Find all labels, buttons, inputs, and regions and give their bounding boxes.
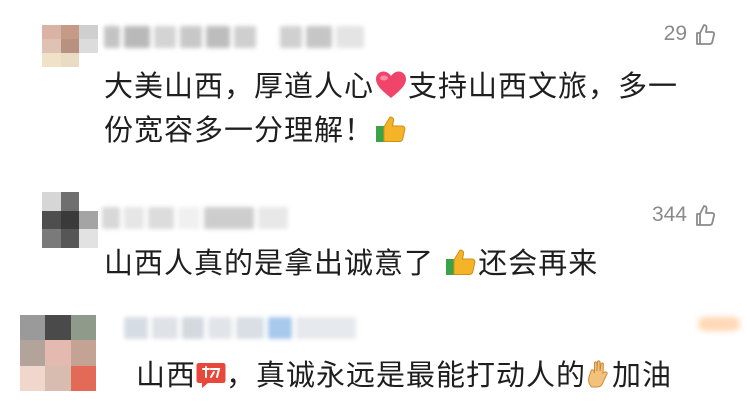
avatar[interactable]: [20, 315, 96, 391]
like-count: 344: [651, 203, 687, 226]
username-blurred[interactable]: [104, 26, 364, 48]
ok-hand-emoji: [588, 360, 608, 388]
comment-text: 山西人真的是拿出诚意了 还会再来: [104, 246, 599, 280]
thumbs-up-emoji: [376, 116, 406, 142]
like-button[interactable]: 29: [664, 22, 717, 46]
thumbs-up-outline-icon: [696, 205, 716, 226]
username-blurred[interactable]: [124, 317, 356, 339]
like-button-blurred[interactable]: [698, 317, 740, 331]
like-button[interactable]: 344: [652, 203, 717, 227]
avatar[interactable]: [42, 192, 98, 248]
heart-emoji: [376, 71, 407, 98]
comment-item: 344 山西人真的是拿出诚意了 还会再来: [0, 175, 750, 305]
comment-item: 29 大美山西，厚道人心 支持山西文旅，多一 份宽容多一分理解！: [0, 0, 750, 175]
cheer-sticker-emoji: [196, 363, 226, 388]
thumbs-up-outline-icon: [696, 24, 716, 45]
username-blurred[interactable]: [102, 207, 288, 229]
thumbs-up-emoji: [446, 249, 476, 275]
like-count: 29: [663, 22, 687, 45]
comment-item: 山西 ，真诚永远是最能打动人的 加油: [0, 305, 750, 417]
avatar[interactable]: [42, 25, 98, 67]
comment-text: 山西 ，真诚永远是最能打动人的 加油: [136, 358, 673, 392]
comment-list: 29 大美山西，厚道人心 支持山西文旅，多一 份宽容多一分理解！ 344 山西人…: [0, 0, 750, 417]
comment-text: 大美山西，厚道人心 支持山西文旅，多一 份宽容多一分理解！: [104, 69, 679, 147]
